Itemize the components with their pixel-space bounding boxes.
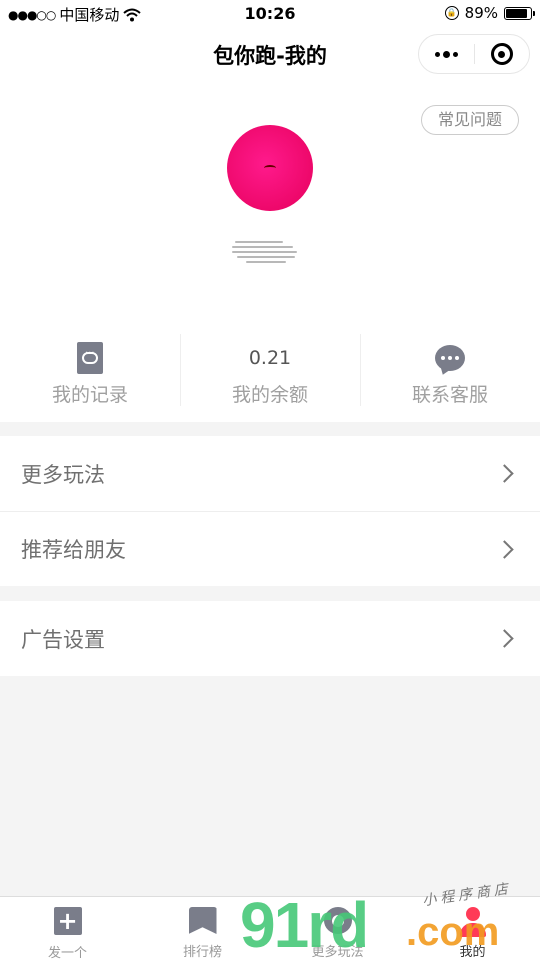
- tab-label: 发一个: [47, 946, 87, 960]
- battery-percent: 89%: [464, 4, 498, 22]
- target-close-icon: [490, 43, 513, 65]
- stat-support[interactable]: 联系客服: [360, 326, 540, 422]
- tab-me[interactable]: 我的: [405, 897, 540, 960]
- tab-label: 更多玩法: [311, 945, 364, 960]
- mini-program-capsule: [418, 34, 530, 74]
- tab-post[interactable]: + 发一个: [0, 897, 135, 960]
- chevron-right-icon: [495, 464, 514, 483]
- stat-records[interactable]: 我的记录: [0, 326, 180, 422]
- nickname-scribble: [232, 238, 300, 276]
- stat-label: 联系客服: [411, 384, 488, 406]
- rotation-lock-icon: 🔒: [444, 6, 459, 20]
- more-icon: [323, 907, 352, 934]
- stats-row: 我的记录 0.21 我的余额 联系客服: [0, 326, 540, 422]
- chevron-right-icon: [495, 629, 514, 648]
- tab-bar: + 发一个 排行榜 更多玩法 我的: [0, 896, 540, 960]
- tab-more-play[interactable]: 更多玩法: [270, 897, 405, 960]
- chevron-right-icon: [495, 539, 514, 559]
- tab-ranking[interactable]: 排行榜: [135, 897, 270, 960]
- close-button[interactable]: [475, 43, 530, 65]
- record-icon: [77, 341, 103, 374]
- avatar[interactable]: [227, 125, 313, 211]
- battery-fill: [506, 8, 528, 18]
- battery-icon: [504, 6, 535, 20]
- stat-balance[interactable]: 0.21 我的余额: [180, 326, 360, 422]
- profile-section: 常见问题: [0, 80, 540, 326]
- menu-item-more-play[interactable]: 更多玩法: [0, 436, 540, 511]
- menu-group-1: 更多玩法 推荐给朋友: [0, 436, 540, 586]
- stat-label: 我的记录: [51, 384, 128, 406]
- nav-bar: 包你跑-我的: [0, 28, 540, 80]
- avatar-mark: [264, 165, 276, 171]
- menu-item-label: 广告设置: [21, 627, 105, 652]
- stat-label: 我的余额: [231, 384, 308, 406]
- faq-button[interactable]: 常见问题: [420, 105, 519, 135]
- status-right: 🔒 89%: [444, 4, 535, 22]
- tab-label: 排行榜: [182, 945, 222, 960]
- more-dots-icon[interactable]: [419, 50, 474, 58]
- menu-item-label: 推荐给朋友: [21, 538, 126, 562]
- menu-item-recommend[interactable]: 推荐给朋友: [0, 511, 540, 586]
- menu-item-ad-settings[interactable]: 广告设置: [0, 601, 540, 676]
- menu-group-2: 广告设置: [0, 601, 540, 676]
- tab-label: 我的: [459, 945, 486, 960]
- balance-value: 0.21: [248, 346, 292, 369]
- plus-icon: +: [53, 907, 82, 935]
- menu-item-label: 更多玩法: [21, 462, 105, 487]
- status-bar: ●●●○○ 中国移动 10:26 🔒 89%: [0, 0, 540, 28]
- chat-icon: [435, 344, 465, 371]
- user-icon: [459, 907, 487, 937]
- bookmark-icon: [188, 907, 217, 934]
